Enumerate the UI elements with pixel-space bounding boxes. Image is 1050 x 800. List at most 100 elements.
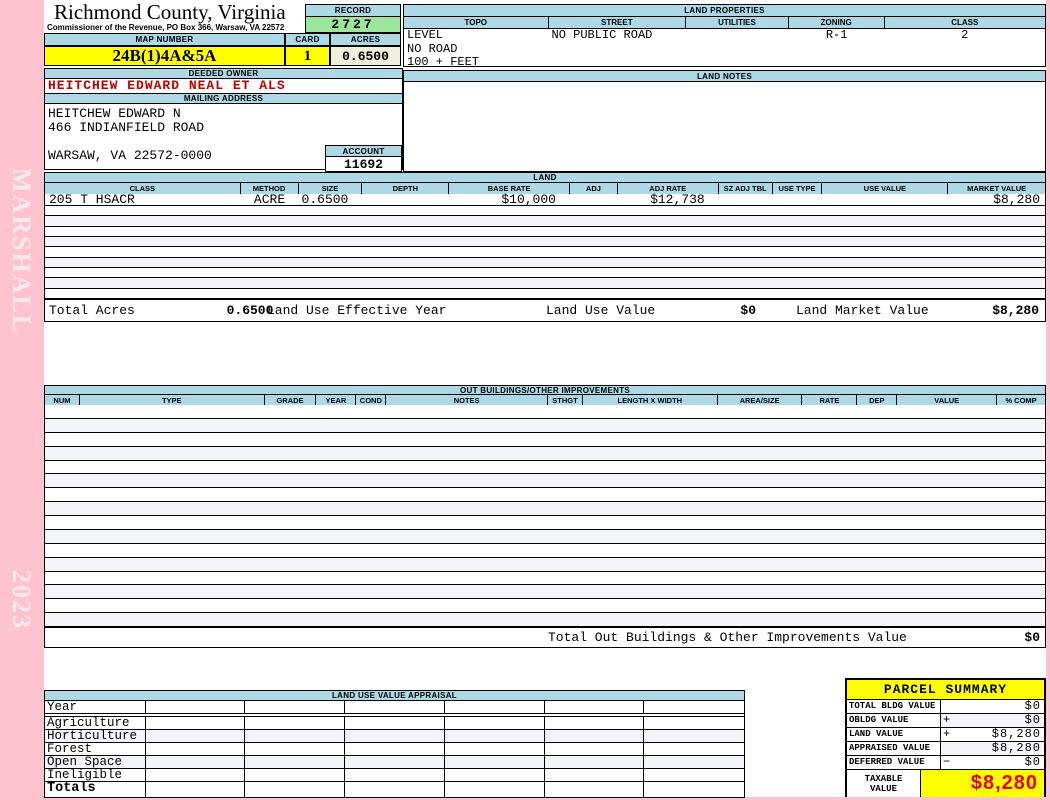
parcel-summary-row-right: − $0 — [941, 756, 1044, 769]
land-properties-column-header: STREET — [549, 17, 687, 28]
land-use-appraisal-row-label: Forest — [45, 743, 146, 755]
parcel-summary-rows: TOTAL BLDG VALUE $0 OBLDG VALUE + $0 LAND VAL… — [847, 700, 1044, 770]
sidebar-vertical-label: MARSHALL — [7, 168, 36, 335]
land-table-empty-row — [45, 236, 1045, 248]
out-buildings-total-value: $0 — [1024, 630, 1040, 645]
mailing-address-line: HEITCHEW EDWARD N — [48, 106, 181, 121]
parcel-summary-row: DEFERRED VALUE − $0 — [847, 756, 1044, 770]
parcel-summary-row-right: $8,280 — [941, 742, 1044, 755]
parcel-summary-row-value: $0 — [1024, 699, 1041, 713]
land-use-appraisal-row: Agriculture — [45, 717, 744, 730]
parcel-summary-row-value: $8,280 — [991, 727, 1041, 741]
land-use-value: $0 — [740, 303, 756, 318]
property-card-app: { "sidebar": { "label": "MARSHALL", "yea… — [0, 0, 1050, 800]
land-use-value-label: Land Use Value — [546, 303, 656, 318]
land-properties-column-header: ZONING — [789, 17, 885, 28]
out-buildings-empty-row — [45, 529, 1045, 544]
land-table-empty-rows — [44, 206, 1046, 299]
land-table-cell: 0.6500 — [301, 192, 349, 207]
out-buildings-empty-row — [45, 599, 1045, 614]
parcel-summary-row: APPRAISED VALUE $8,280 — [847, 742, 1044, 756]
out-buildings-empty-row — [45, 488, 1045, 503]
land-use-appraisal-empty-cell — [245, 717, 346, 729]
land-use-appraisal-empty-cell — [146, 782, 246, 797]
land-use-appraisal-row: Ineligible — [45, 769, 744, 782]
sidebar-year-label: 2023 — [7, 570, 36, 630]
land-table-empty-row — [45, 257, 1045, 268]
account-value: 11692 — [325, 157, 402, 172]
out-buildings-column-header: RATE — [802, 395, 858, 405]
land-table-cell: 205 T HSACR — [49, 192, 135, 207]
parcel-summary-operator — [941, 742, 953, 755]
land-use-appraisal-empty-cell — [146, 743, 246, 755]
account-label: ACCOUNT — [325, 145, 402, 157]
land-use-appraisal-empty-cell — [545, 756, 645, 768]
land-table-cell: $10,000 — [501, 192, 556, 207]
parcel-summary-operator: + — [943, 727, 951, 741]
land-properties-value: LEVEL — [407, 28, 444, 42]
land-use-appraisal-empty-cell — [445, 782, 545, 797]
land-properties-value: NO PUBLIC ROAD — [551, 28, 653, 42]
out-buildings-column-header: STHGT — [548, 395, 583, 405]
land-use-appraisal-empty-cell — [445, 701, 545, 713]
land-use-appraisal-empty-cell — [245, 730, 346, 742]
land-properties-note-2: 100 + FEET — [407, 55, 480, 69]
parcel-summary-row-right: $0 — [941, 700, 1044, 713]
land-properties-column-header: TOPO — [404, 17, 549, 28]
land-use-appraisal-empty-cell — [445, 756, 545, 768]
land-use-appraisal-empty-cell — [345, 782, 445, 797]
land-use-appraisal-row-label: Year — [45, 701, 146, 713]
land-use-appraisal-empty-cell — [146, 756, 246, 768]
land-table-cell — [773, 194, 823, 205]
land-use-appraisal-rows: Year Agriculture Horticulture Forest Open Sp… — [45, 701, 744, 797]
out-buildings-column-header: % COMP — [1005, 395, 1037, 405]
land-use-appraisal-empty-cell — [245, 756, 346, 768]
out-buildings-column-header: GRADE — [265, 395, 317, 405]
out-buildings-empty-row — [45, 613, 1045, 627]
land-properties-values: LEVEL NO PUBLIC ROAD R-1 2 — [404, 29, 1045, 42]
out-buildings-column-header: DEP — [857, 395, 898, 405]
land-table-column-header: SZ ADJ TBL — [719, 183, 773, 194]
map-number-label: MAP NUMBER — [44, 33, 285, 46]
out-buildings-column-header: AREA/SIZE — [718, 395, 803, 405]
land-properties-box: LAND PROPERTIES TOPO STREET UTILITIES ZONIN… — [403, 4, 1046, 69]
land-table-column-header: DEPTH — [362, 183, 450, 194]
out-buildings-column-header: NOTES — [386, 395, 548, 405]
land-market-value-label: Land Market Value — [796, 303, 929, 318]
out-buildings-column-header: COND — [356, 395, 387, 405]
deeded-owner-value: HEITCHEW EDWARD NEAL ET ALS — [44, 79, 403, 93]
land-use-appraisal-empty-cell — [245, 743, 346, 755]
land-table-cell — [362, 194, 449, 205]
land-use-appraisal-empty-cell — [644, 769, 744, 781]
land-use-appraisal-empty-cell — [545, 743, 645, 755]
land-table-cell: $8,280 — [993, 192, 1040, 207]
land-use-appraisal-row-label: Totals — [45, 782, 146, 797]
out-buildings-empty-row — [45, 544, 1045, 558]
parcel-summary-row: OBLDG VALUE + $0 — [847, 714, 1044, 728]
land-market-value: $8,280 — [992, 303, 1039, 318]
land-use-appraisal-row: Horticulture — [45, 730, 744, 743]
land-use-effective-year-label: Land Use Effective Year — [267, 303, 447, 318]
land-table-empty-row — [45, 247, 1045, 258]
out-buildings-column-header: VALUE — [897, 395, 998, 405]
parcel-summary-operator — [941, 700, 953, 713]
land-table-cell — [719, 194, 773, 205]
land-table-cell: $12,738 — [650, 192, 705, 207]
parcel-summary-row: LAND VALUE + $8,280 — [847, 728, 1044, 742]
land-properties-value: 2 — [961, 28, 969, 42]
land-use-appraisal-row: Forest — [45, 743, 744, 756]
parcel-summary-operator: + — [943, 713, 951, 727]
out-buildings-empty-row — [45, 405, 1045, 419]
land-use-appraisal-empty-cell — [146, 769, 246, 781]
parcel-summary-row-label: DEFERRED VALUE — [847, 756, 941, 769]
out-buildings-title: OUT BUILDINGS/OTHER IMPROVEMENTS — [44, 385, 1046, 395]
taxable-value-row: TAXABLE VALUE $8,280 — [847, 770, 1044, 797]
land-use-appraisal-empty-cell — [545, 782, 645, 797]
land-use-appraisal-row-label: Agriculture — [45, 717, 146, 729]
land-use-appraisal-empty-cell — [644, 701, 744, 713]
acres-label: ACRES — [330, 33, 401, 46]
taxable-value-label: TAXABLE VALUE — [847, 770, 921, 797]
land-table-title: LAND — [44, 172, 1046, 183]
land-use-appraisal-row-label: Horticulture — [45, 730, 146, 742]
land-properties-note-1: NO ROAD — [407, 42, 458, 56]
